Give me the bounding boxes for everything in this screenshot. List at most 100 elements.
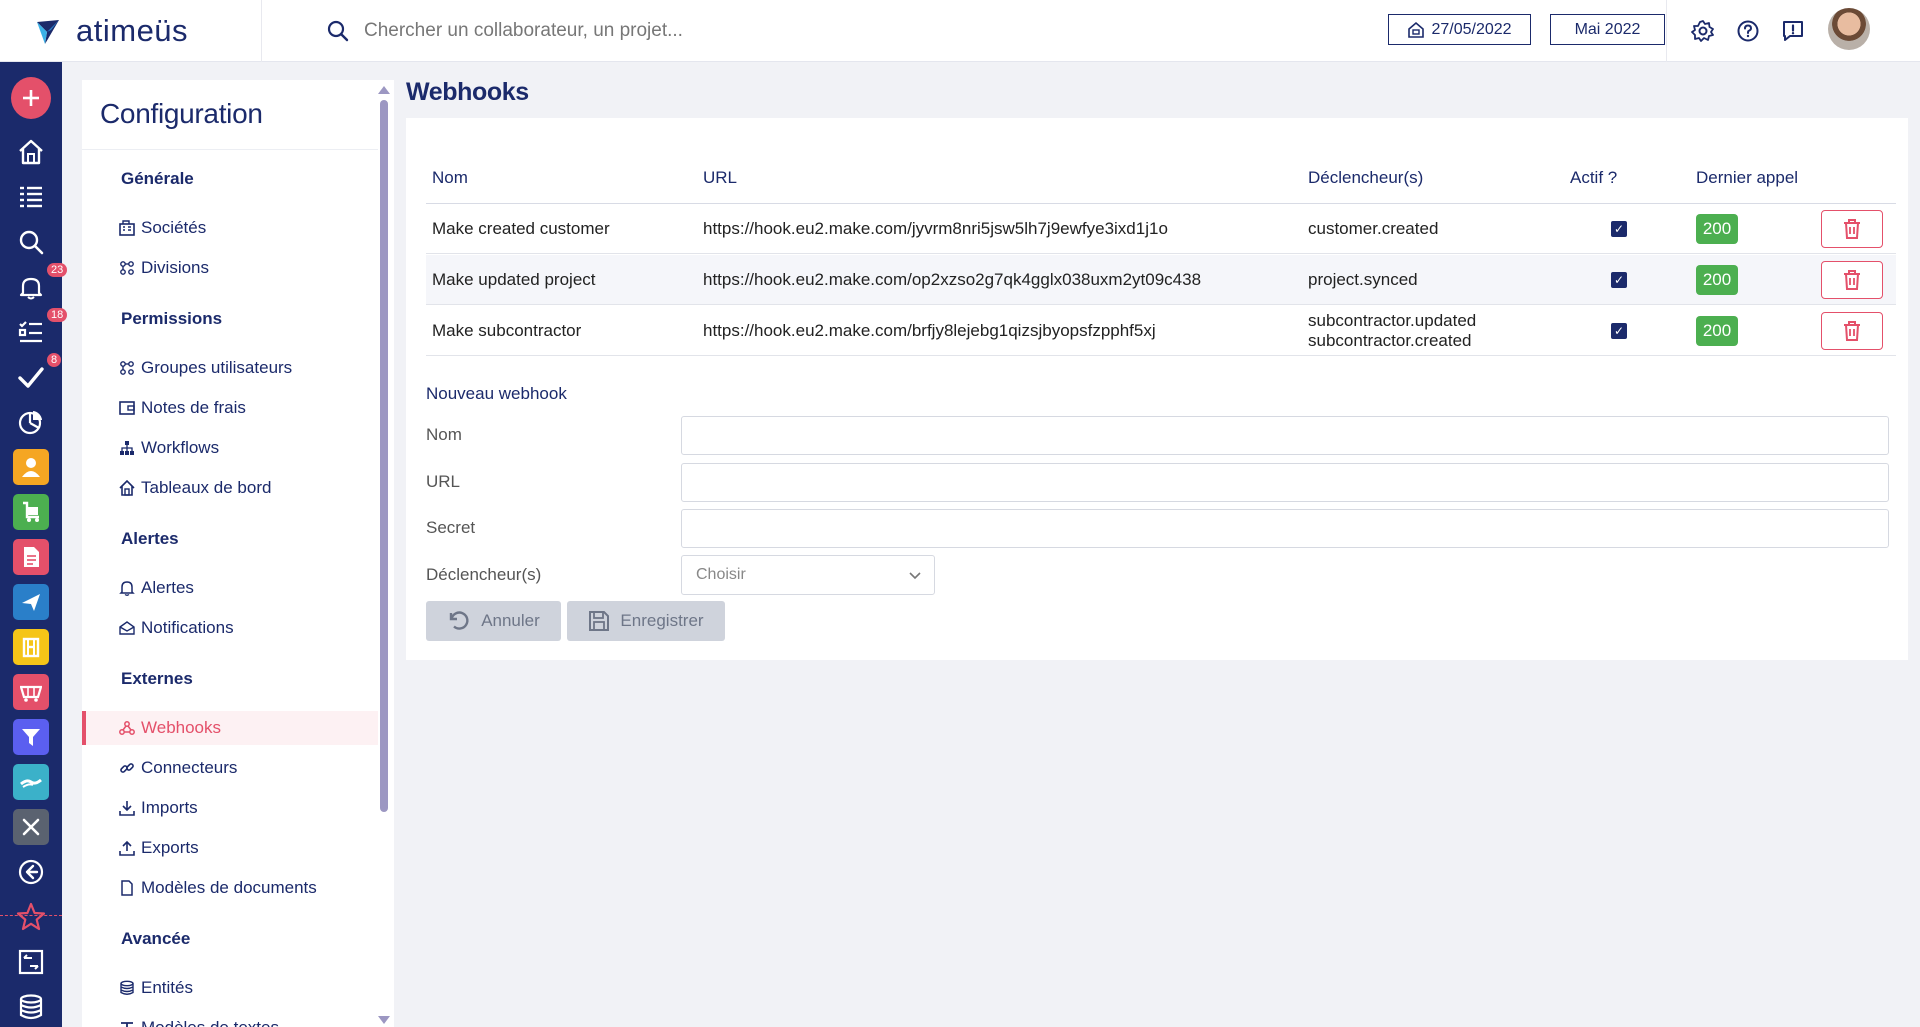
month-label: Mai 2022 — [1574, 20, 1641, 38]
tasks-icon[interactable]: 18 — [11, 308, 68, 352]
nav-label: Tableaux de bord — [141, 478, 272, 497]
nav-label: Workflows — [141, 438, 220, 457]
database-small-icon — [120, 980, 134, 995]
search-nav-icon[interactable] — [11, 222, 51, 262]
delete-button[interactable] — [1821, 261, 1883, 299]
search-input[interactable] — [364, 19, 924, 42]
star-icon[interactable] — [11, 897, 51, 937]
nav-label: Groupes utilisateurs — [141, 358, 293, 377]
nav-item-alertes[interactable]: Alertes — [119, 571, 194, 605]
config-scrollbar[interactable] — [380, 100, 388, 812]
download-icon — [119, 801, 135, 816]
nav-item-tableaux-de-bord[interactable]: Tableaux de bord — [119, 471, 271, 505]
filter-app-icon[interactable] — [11, 717, 51, 757]
config-title: Configuration — [100, 98, 263, 129]
active-checkbox[interactable]: ✓ — [1611, 272, 1627, 288]
nom-input[interactable] — [681, 416, 1889, 455]
validations-badge: 8 — [47, 353, 62, 367]
nav-item-groupes-utilisateurs[interactable]: Groupes utilisateurs — [119, 351, 292, 385]
col-header-url: URL — [703, 168, 738, 187]
row-triggers: subcontractor.updated subcontractor.crea… — [1308, 306, 1476, 356]
nav-item-societes[interactable]: Sociétés — [119, 211, 206, 245]
header-divider — [1666, 0, 1667, 62]
status-badge: 200 — [1696, 316, 1738, 346]
save-icon — [589, 611, 610, 631]
home-icon[interactable] — [11, 132, 51, 172]
nav-label: Imports — [141, 798, 198, 817]
check-icon[interactable]: 8 — [11, 353, 62, 397]
nav-item-entites[interactable]: Entités — [119, 971, 193, 1005]
month-button[interactable]: Mai 2022 — [1550, 14, 1665, 45]
list-icon[interactable] — [11, 177, 51, 217]
save-label: Enregistrer — [620, 611, 704, 630]
pie-chart-icon[interactable] — [11, 402, 51, 442]
active-cell: ✓ — [1611, 204, 1627, 254]
user-avatar[interactable] — [1828, 8, 1870, 50]
nav-item-modeles-documents[interactable]: Modèles de documents — [119, 871, 317, 905]
trigger-select[interactable]: Choisir — [681, 555, 935, 595]
help-icon[interactable] — [1736, 19, 1760, 43]
nav-item-exports[interactable]: Exports — [119, 831, 199, 865]
nav-item-imports[interactable]: Imports — [119, 791, 198, 825]
basket-app-icon[interactable] — [11, 672, 51, 712]
row-url: https://hook.eu2.make.com/jyvrm8nri5jsw5… — [703, 219, 1168, 238]
nav-label: Sociétés — [141, 218, 207, 237]
status-badge: 200 — [1696, 265, 1738, 295]
cancel-button[interactable]: Annuler — [426, 601, 561, 641]
col-header-dernier-appel: Dernier appel — [1696, 168, 1799, 187]
save-button[interactable]: Enregistrer — [567, 601, 725, 641]
bell-icon[interactable]: 23 — [11, 263, 68, 307]
webhook-icon — [119, 721, 135, 735]
row-nom: Make updated project — [432, 270, 596, 289]
handshake-app-icon[interactable] — [11, 762, 51, 802]
cart-app-icon[interactable] — [11, 492, 51, 532]
search-icon[interactable] — [326, 19, 350, 43]
delete-button[interactable] — [1821, 312, 1883, 350]
tools-app-icon[interactable] — [11, 807, 51, 847]
table-row[interactable]: Make subcontractor https://hook.eu2.make… — [426, 306, 1896, 356]
nav-item-notifications[interactable]: Notifications — [119, 611, 234, 645]
status-cell: 200 — [1696, 255, 1738, 305]
table-row[interactable]: Make updated project https://hook.eu2.ma… — [426, 255, 1896, 305]
active-checkbox[interactable]: ✓ — [1611, 323, 1627, 339]
notifications-badge: 23 — [47, 263, 68, 277]
building-icon — [119, 220, 135, 236]
currency-exchange-icon[interactable] — [11, 942, 51, 982]
delete-button[interactable] — [1821, 210, 1883, 248]
gear-icon[interactable] — [1691, 19, 1715, 43]
plane-app-icon[interactable] — [11, 582, 51, 622]
person-app-icon[interactable] — [11, 447, 51, 487]
plus-icon — [11, 77, 51, 119]
nav-item-connecteurs[interactable]: Connecteurs — [119, 751, 237, 785]
nav-item-modeles-textes[interactable]: Modèles de textes — [119, 1011, 279, 1027]
add-button[interactable] — [11, 77, 51, 119]
nav-label: Notes de frais — [141, 398, 246, 417]
document-app-icon[interactable] — [11, 537, 51, 577]
row-nom: Make subcontractor — [432, 321, 582, 340]
secret-input[interactable] — [681, 509, 1889, 548]
scroll-down-arrow-icon[interactable] — [378, 1016, 390, 1024]
database-icon[interactable] — [11, 987, 51, 1027]
brand[interactable]: atimeüs — [0, 0, 262, 62]
building-app-icon[interactable] — [11, 627, 51, 667]
trigger-label: Déclencheur(s) — [426, 565, 542, 584]
active-cell: ✓ — [1611, 306, 1627, 356]
nav-item-divisions[interactable]: Divisions — [119, 251, 209, 285]
table-row[interactable]: Make created customer https://hook.eu2.m… — [426, 204, 1896, 254]
nav-item-webhooks[interactable]: Webhooks — [82, 711, 378, 745]
nav-label: Divisions — [141, 258, 210, 277]
sitemap-icon — [120, 261, 134, 275]
top-bar: atimeüs 27/05/2022 Mai 2022 — [0, 0, 1920, 62]
nav-item-notes-de-frais[interactable]: Notes de frais — [119, 391, 246, 425]
date-button[interactable]: 27/05/2022 — [1388, 14, 1531, 45]
nav-label: Entités — [141, 978, 193, 997]
row-url: https://hook.eu2.make.com/op2xzso2g7qk4g… — [703, 270, 1202, 289]
url-input[interactable] — [681, 463, 1889, 502]
status-badge: 200 — [1696, 214, 1738, 244]
new-webhook-title: Nouveau webhook — [426, 384, 567, 403]
scroll-up-arrow-icon[interactable] — [378, 86, 390, 94]
back-arrow-icon[interactable] — [11, 852, 51, 892]
feedback-icon[interactable] — [1781, 19, 1805, 43]
active-checkbox[interactable]: ✓ — [1611, 221, 1627, 237]
nav-item-workflows[interactable]: Workflows — [119, 431, 219, 465]
